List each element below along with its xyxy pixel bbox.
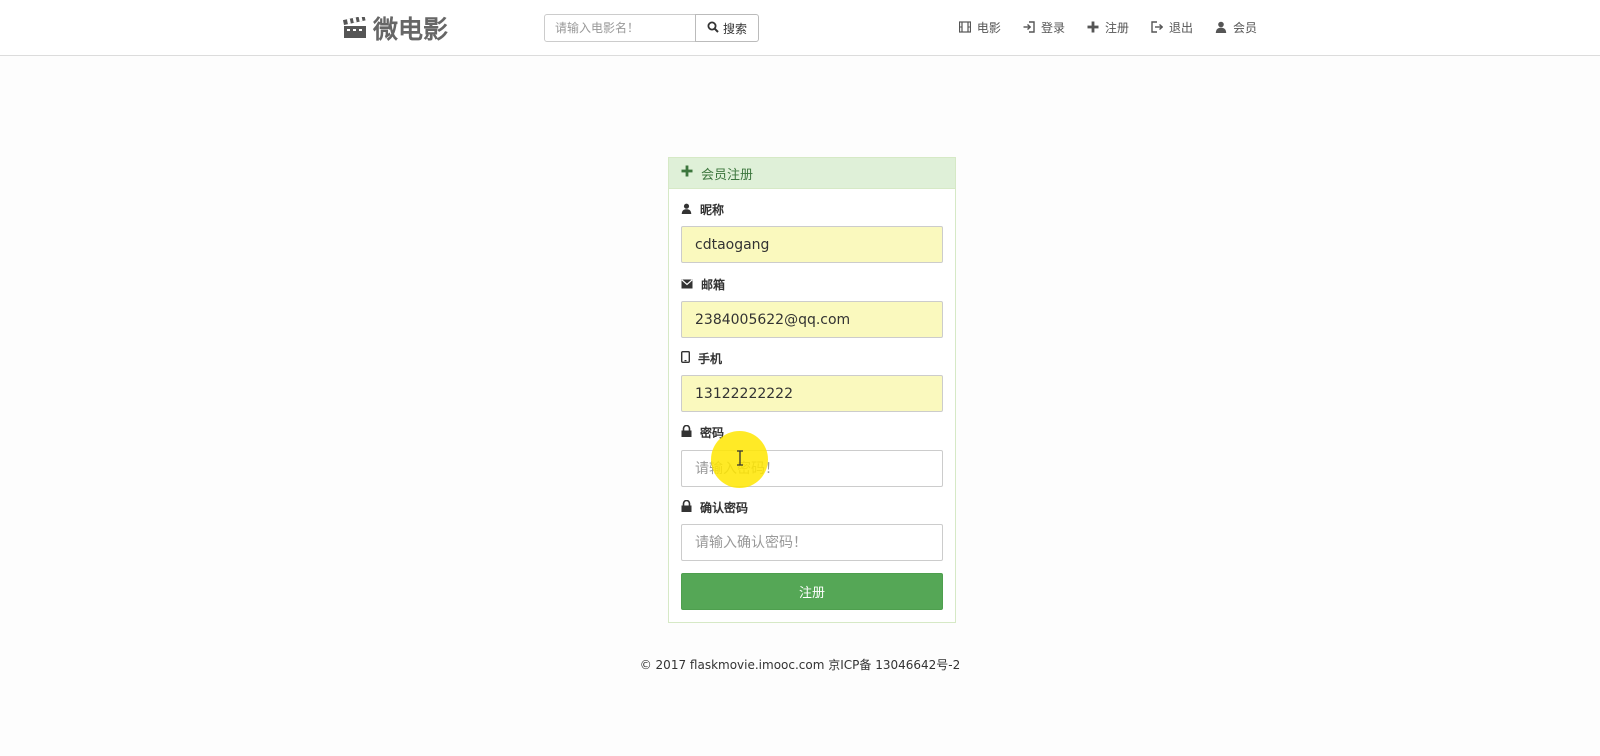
phone-icon <box>680 350 690 366</box>
nav-item-label: 退出 <box>1168 20 1193 35</box>
phone-label: 手机 <box>680 350 722 367</box>
panel-heading: 会员注册 <box>669 158 955 189</box>
footer-copyright: © 2017 flaskmovie.imooc.com 京ICP备 130466… <box>639 658 961 672</box>
panel-title: 会员注册 <box>701 167 754 183</box>
email-label: 邮箱 <box>681 276 725 293</box>
nickname-field[interactable] <box>681 226 943 263</box>
nav-item-label: 会员 <box>1232 20 1257 35</box>
plus-icon <box>1087 21 1099 33</box>
nav-item-movies[interactable]: 电影 <box>958 19 1001 36</box>
film-clapper-icon <box>343 17 367 39</box>
lock-icon <box>681 424 692 440</box>
logout-icon <box>1151 21 1163 33</box>
phone-field[interactable] <box>681 375 943 412</box>
nickname-label: 昵称 <box>681 201 724 218</box>
user-icon <box>681 203 692 217</box>
nav-item-register[interactable]: 注册 <box>1087 19 1129 36</box>
nav-item-label: 登录 <box>1040 20 1065 35</box>
search-icon <box>707 21 719 36</box>
confirm-password-field[interactable] <box>681 524 943 561</box>
confirm-password-label: 确认密码 <box>681 499 748 516</box>
main-nav: 电影 登录 注册 退出 会员 <box>958 16 1257 38</box>
nav-item-label: 电影 <box>976 20 1001 35</box>
envelope-icon <box>681 278 693 292</box>
register-submit-button[interactable]: 注册 <box>681 573 943 610</box>
nav-item-logout[interactable]: 退出 <box>1151 19 1193 36</box>
register-panel: 会员注册 昵称 邮箱 手机 <box>668 157 956 623</box>
nav-item-member[interactable]: 会员 <box>1215 19 1257 36</box>
nav-item-login[interactable]: 登录 <box>1023 19 1065 36</box>
top-navbar: 微电影 搜索 电影 <box>0 0 1600 56</box>
user-icon <box>1215 21 1227 33</box>
film-icon <box>958 21 971 33</box>
password-field[interactable] <box>681 450 943 487</box>
lock-icon <box>681 499 692 515</box>
brand-logo[interactable]: 微电影 <box>343 12 448 44</box>
plus-icon <box>681 165 693 181</box>
email-field[interactable] <box>681 301 943 338</box>
movie-search-input[interactable] <box>544 14 696 42</box>
password-label: 密码 <box>681 424 724 441</box>
search-button-label: 搜索 <box>722 21 747 36</box>
nav-item-label: 注册 <box>1104 20 1129 35</box>
brand-title: 微电影 <box>373 15 449 44</box>
login-icon <box>1023 21 1035 33</box>
search-button[interactable]: 搜索 <box>695 14 759 42</box>
